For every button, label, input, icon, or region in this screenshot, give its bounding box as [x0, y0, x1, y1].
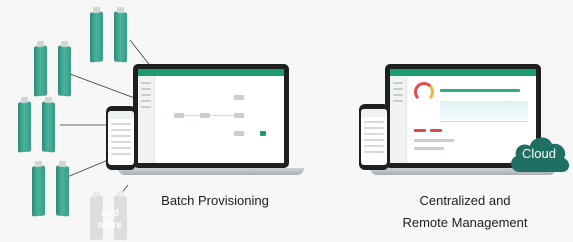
more-devices-label: and more	[97, 208, 123, 231]
phone-icon	[359, 104, 389, 170]
access-point-icon	[30, 165, 74, 217]
laptop-app-screen	[138, 69, 284, 163]
cloud-label: Cloud	[522, 146, 556, 161]
batch-provisioning-caption: Batch Provisioning	[161, 193, 269, 208]
access-point-icon	[32, 45, 76, 97]
centralized-management-caption-line1: Centralized and	[419, 193, 511, 208]
access-point-icon	[16, 101, 60, 153]
phone-icon	[106, 106, 136, 170]
laptop-icon	[133, 64, 289, 168]
centralized-management-caption-line2: Remote Management	[402, 215, 528, 230]
access-point-icon	[88, 11, 132, 63]
laptop-base	[118, 168, 304, 175]
